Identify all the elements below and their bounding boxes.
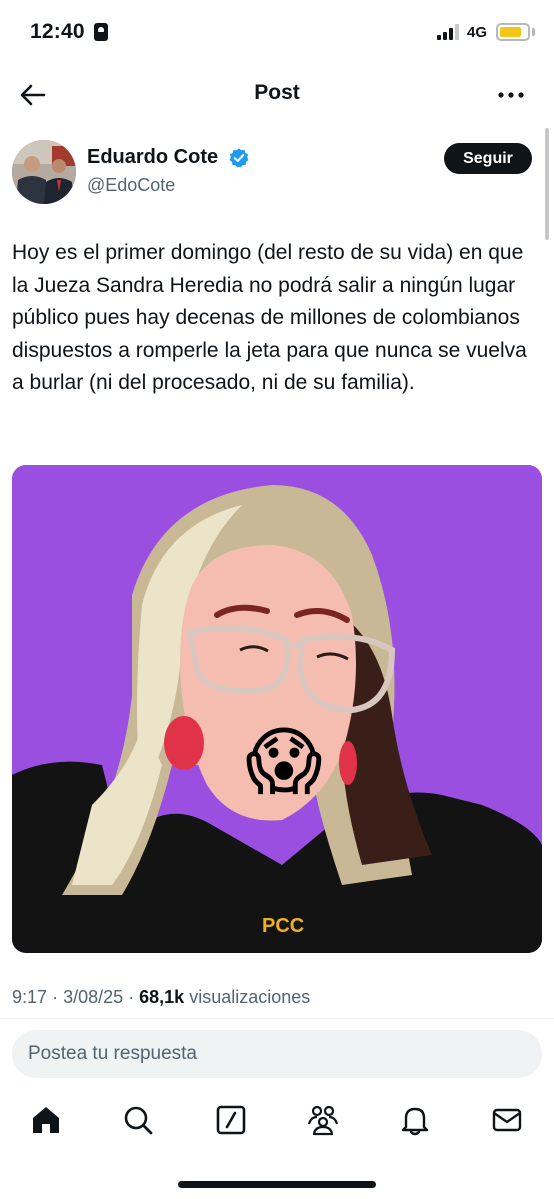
reply-input[interactable] xyxy=(12,1030,542,1078)
verified-badge-icon xyxy=(229,148,249,168)
notifications-tab[interactable] xyxy=(397,1102,433,1138)
grok-tab[interactable] xyxy=(213,1102,249,1138)
home-tab[interactable] xyxy=(28,1102,64,1138)
meta-separator: · xyxy=(128,987,140,1007)
post-header: Post xyxy=(0,66,554,122)
page-title: Post xyxy=(254,81,300,104)
author-name[interactable]: Eduardo Cote xyxy=(87,146,218,169)
follow-button[interactable]: Seguir xyxy=(444,143,532,174)
divider xyxy=(0,1018,554,1019)
author-handle[interactable]: @EdoCote xyxy=(87,175,175,196)
communities-icon xyxy=(307,1105,339,1136)
scrollbar[interactable] xyxy=(545,128,549,240)
signal-icon xyxy=(437,24,461,40)
status-bar: 12:40 4G xyxy=(0,0,554,66)
battery-fill xyxy=(500,27,521,37)
bell-icon xyxy=(401,1107,429,1136)
scream-emoji: 😱 xyxy=(245,719,322,805)
grok-icon xyxy=(216,1105,246,1135)
network-label: 4G xyxy=(467,24,488,41)
envelope-icon xyxy=(492,1108,522,1132)
id-card-icon xyxy=(94,23,108,41)
messages-tab[interactable] xyxy=(489,1102,525,1138)
tab-bar xyxy=(0,1090,554,1150)
search-icon xyxy=(124,1106,153,1135)
home-indicator[interactable] xyxy=(178,1181,376,1188)
meta-separator: · xyxy=(52,987,64,1007)
views-label: visualizaciones xyxy=(189,987,311,1007)
battery-tip xyxy=(532,28,535,36)
search-tab[interactable] xyxy=(120,1102,156,1138)
views-count: 68,1k xyxy=(139,987,185,1007)
battery-icon xyxy=(496,23,530,41)
media-watermark: PCC xyxy=(262,915,304,937)
post-date[interactable]: 3/08/25 xyxy=(63,987,123,1007)
avatar[interactable] xyxy=(12,140,76,204)
post-time[interactable]: 9:17 xyxy=(12,987,47,1007)
status-time: 12:40 xyxy=(30,20,85,43)
ellipsis-icon xyxy=(498,92,524,98)
home-icon xyxy=(33,1107,59,1133)
more-button[interactable] xyxy=(494,80,528,110)
post-text: Hoy es el primer domingo (del resto de s… xyxy=(12,241,527,394)
post-image[interactable]: PCC 😱 xyxy=(12,465,542,953)
communities-tab[interactable] xyxy=(305,1102,341,1138)
post-meta: 9:17 · 3/08/25 · 68,1k visualizaciones xyxy=(12,987,310,1008)
